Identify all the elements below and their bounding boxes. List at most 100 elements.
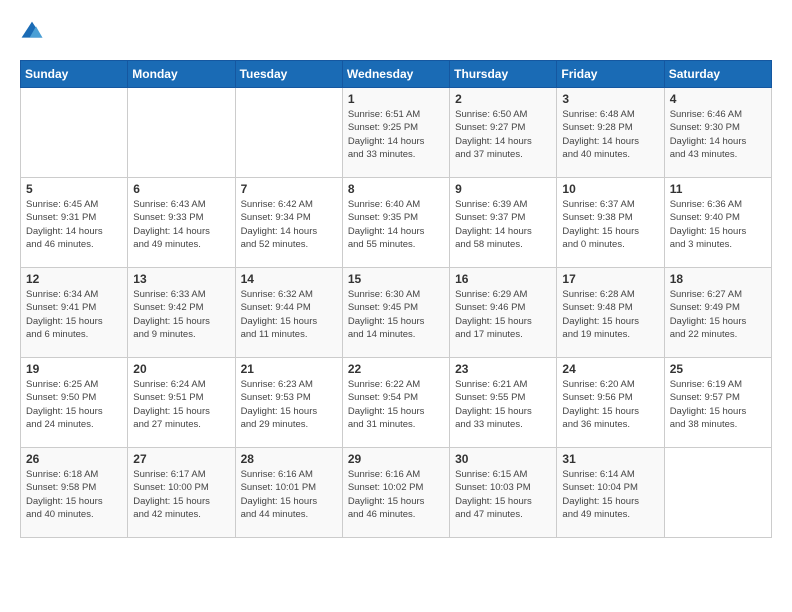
day-number: 18 [670,272,766,286]
day-number: 22 [348,362,444,376]
cell-info: Sunrise: 6:33 AM Sunset: 9:42 PM Dayligh… [133,288,229,341]
day-header-sunday: Sunday [21,61,128,88]
cell-info: Sunrise: 6:21 AM Sunset: 9:55 PM Dayligh… [455,378,551,431]
day-number: 20 [133,362,229,376]
calendar-cell [21,88,128,178]
cell-info: Sunrise: 6:28 AM Sunset: 9:48 PM Dayligh… [562,288,658,341]
calendar-cell: 13 Sunrise: 6:33 AM Sunset: 9:42 PM Dayli… [128,268,235,358]
calendar-cell: 19 Sunrise: 6:25 AM Sunset: 9:50 PM Dayli… [21,358,128,448]
cell-info: Sunrise: 6:48 AM Sunset: 9:28 PM Dayligh… [562,108,658,161]
logo [20,20,48,44]
day-number: 12 [26,272,122,286]
calendar-table: SundayMondayTuesdayWednesdayThursdayFrid… [20,60,772,538]
cell-info: Sunrise: 6:46 AM Sunset: 9:30 PM Dayligh… [670,108,766,161]
day-number: 26 [26,452,122,466]
day-number: 3 [562,92,658,106]
cell-info: Sunrise: 6:27 AM Sunset: 9:49 PM Dayligh… [670,288,766,341]
cell-info: Sunrise: 6:16 AM Sunset: 10:02 PM Daylig… [348,468,444,521]
day-header-saturday: Saturday [664,61,771,88]
day-number: 14 [241,272,337,286]
calendar-cell: 30 Sunrise: 6:15 AM Sunset: 10:03 PM Dayl… [450,448,557,538]
day-number: 9 [455,182,551,196]
day-number: 30 [455,452,551,466]
cell-info: Sunrise: 6:23 AM Sunset: 9:53 PM Dayligh… [241,378,337,431]
day-number: 31 [562,452,658,466]
day-header-friday: Friday [557,61,664,88]
cell-info: Sunrise: 6:40 AM Sunset: 9:35 PM Dayligh… [348,198,444,251]
calendar-cell: 27Sunrise: 6:17 AM Sunset: 10:00 PM Dayl… [128,448,235,538]
calendar-cell: 17 Sunrise: 6:28 AM Sunset: 9:48 PM Dayli… [557,268,664,358]
calendar-cell: 28 Sunrise: 6:16 AM Sunset: 10:01 PM Dayl… [235,448,342,538]
day-header-wednesday: Wednesday [342,61,449,88]
cell-info: Sunrise: 6:20 AM Sunset: 9:56 PM Dayligh… [562,378,658,431]
cell-info: Sunrise: 6:50 AM Sunset: 9:27 PM Dayligh… [455,108,551,161]
week-row-2: 5 Sunrise: 6:45 AM Sunset: 9:31 PM Daylig… [21,178,772,268]
calendar-cell: 26 Sunrise: 6:18 AM Sunset: 9:58 PM Dayli… [21,448,128,538]
day-number: 27 [133,452,229,466]
week-row-4: 19 Sunrise: 6:25 AM Sunset: 9:50 PM Dayli… [21,358,772,448]
cell-info: Sunrise: 6:22 AM Sunset: 9:54 PM Dayligh… [348,378,444,431]
day-number: 28 [241,452,337,466]
cell-info: Sunrise: 6:29 AM Sunset: 9:46 PM Dayligh… [455,288,551,341]
calendar-cell: 4 Sunrise: 6:46 AM Sunset: 9:30 PM Daylig… [664,88,771,178]
day-number: 21 [241,362,337,376]
week-row-1: 1 Sunrise: 6:51 AM Sunset: 9:25 PM Daylig… [21,88,772,178]
calendar-cell: 18 Sunrise: 6:27 AM Sunset: 9:49 PM Dayli… [664,268,771,358]
calendar-cell [664,448,771,538]
cell-info: Sunrise: 6:15 AM Sunset: 10:03 PM Daylig… [455,468,551,521]
day-number: 29 [348,452,444,466]
day-header-thursday: Thursday [450,61,557,88]
day-number: 5 [26,182,122,196]
calendar-cell: 12Sunrise: 6:34 AM Sunset: 9:41 PM Dayli… [21,268,128,358]
calendar-cell: 31 Sunrise: 6:14 AM Sunset: 10:04 PM Dayl… [557,448,664,538]
cell-info: Sunrise: 6:16 AM Sunset: 10:01 PM Daylig… [241,468,337,521]
day-number: 19 [26,362,122,376]
day-number: 8 [348,182,444,196]
cell-info: Sunrise: 6:24 AM Sunset: 9:51 PM Dayligh… [133,378,229,431]
day-number: 10 [562,182,658,196]
day-number: 6 [133,182,229,196]
day-number: 2 [455,92,551,106]
calendar-cell: 16 Sunrise: 6:29 AM Sunset: 9:46 PM Dayli… [450,268,557,358]
calendar-cell: 22 Sunrise: 6:22 AM Sunset: 9:54 PM Dayli… [342,358,449,448]
calendar-cell: 6 Sunrise: 6:43 AM Sunset: 9:33 PM Daylig… [128,178,235,268]
header-row: SundayMondayTuesdayWednesdayThursdayFrid… [21,61,772,88]
cell-info: Sunrise: 6:25 AM Sunset: 9:50 PM Dayligh… [26,378,122,431]
day-number: 7 [241,182,337,196]
calendar-cell: 14 Sunrise: 6:32 AM Sunset: 9:44 PM Dayli… [235,268,342,358]
calendar-cell: 20 Sunrise: 6:24 AM Sunset: 9:51 PM Dayli… [128,358,235,448]
cell-info: Sunrise: 6:18 AM Sunset: 9:58 PM Dayligh… [26,468,122,521]
calendar-cell [128,88,235,178]
week-row-5: 26 Sunrise: 6:18 AM Sunset: 9:58 PM Dayli… [21,448,772,538]
day-number: 13 [133,272,229,286]
cell-info: Sunrise: 6:14 AM Sunset: 10:04 PM Daylig… [562,468,658,521]
calendar-cell: 7 Sunrise: 6:42 AM Sunset: 9:34 PM Daylig… [235,178,342,268]
day-number: 24 [562,362,658,376]
calendar-cell: 23 Sunrise: 6:21 AM Sunset: 9:55 PM Dayli… [450,358,557,448]
calendar-cell: 10 Sunrise: 6:37 AM Sunset: 9:38 PM Dayli… [557,178,664,268]
cell-info: Sunrise: 6:43 AM Sunset: 9:33 PM Dayligh… [133,198,229,251]
calendar-cell: 15Sunrise: 6:30 AM Sunset: 9:45 PM Dayli… [342,268,449,358]
calendar-cell: 8 Sunrise: 6:40 AM Sunset: 9:35 PM Daylig… [342,178,449,268]
cell-info: Sunrise: 6:19 AM Sunset: 9:57 PM Dayligh… [670,378,766,431]
cell-info: Sunrise: 6:32 AM Sunset: 9:44 PM Dayligh… [241,288,337,341]
cell-info: Sunrise: 6:42 AM Sunset: 9:34 PM Dayligh… [241,198,337,251]
cell-info: Sunrise: 6:51 AM Sunset: 9:25 PM Dayligh… [348,108,444,161]
calendar-cell: 3 Sunrise: 6:48 AM Sunset: 9:28 PM Daylig… [557,88,664,178]
calendar-cell: 21 Sunrise: 6:23 AM Sunset: 9:53 PM Dayli… [235,358,342,448]
calendar-cell: 2 Sunrise: 6:50 AM Sunset: 9:27 PM Daylig… [450,88,557,178]
calendar-cell: 24 Sunrise: 6:20 AM Sunset: 9:56 PM Dayli… [557,358,664,448]
cell-info: Sunrise: 6:30 AM Sunset: 9:45 PM Dayligh… [348,288,444,341]
calendar-cell: 25Sunrise: 6:19 AM Sunset: 9:57 PM Dayli… [664,358,771,448]
day-number: 17 [562,272,658,286]
cell-info: Sunrise: 6:37 AM Sunset: 9:38 PM Dayligh… [562,198,658,251]
page-header [20,20,772,44]
day-number: 11 [670,182,766,196]
day-number: 4 [670,92,766,106]
logo-icon [20,20,44,44]
cell-info: Sunrise: 6:45 AM Sunset: 9:31 PM Dayligh… [26,198,122,251]
day-header-monday: Monday [128,61,235,88]
day-number: 23 [455,362,551,376]
day-number: 16 [455,272,551,286]
day-number: 1 [348,92,444,106]
